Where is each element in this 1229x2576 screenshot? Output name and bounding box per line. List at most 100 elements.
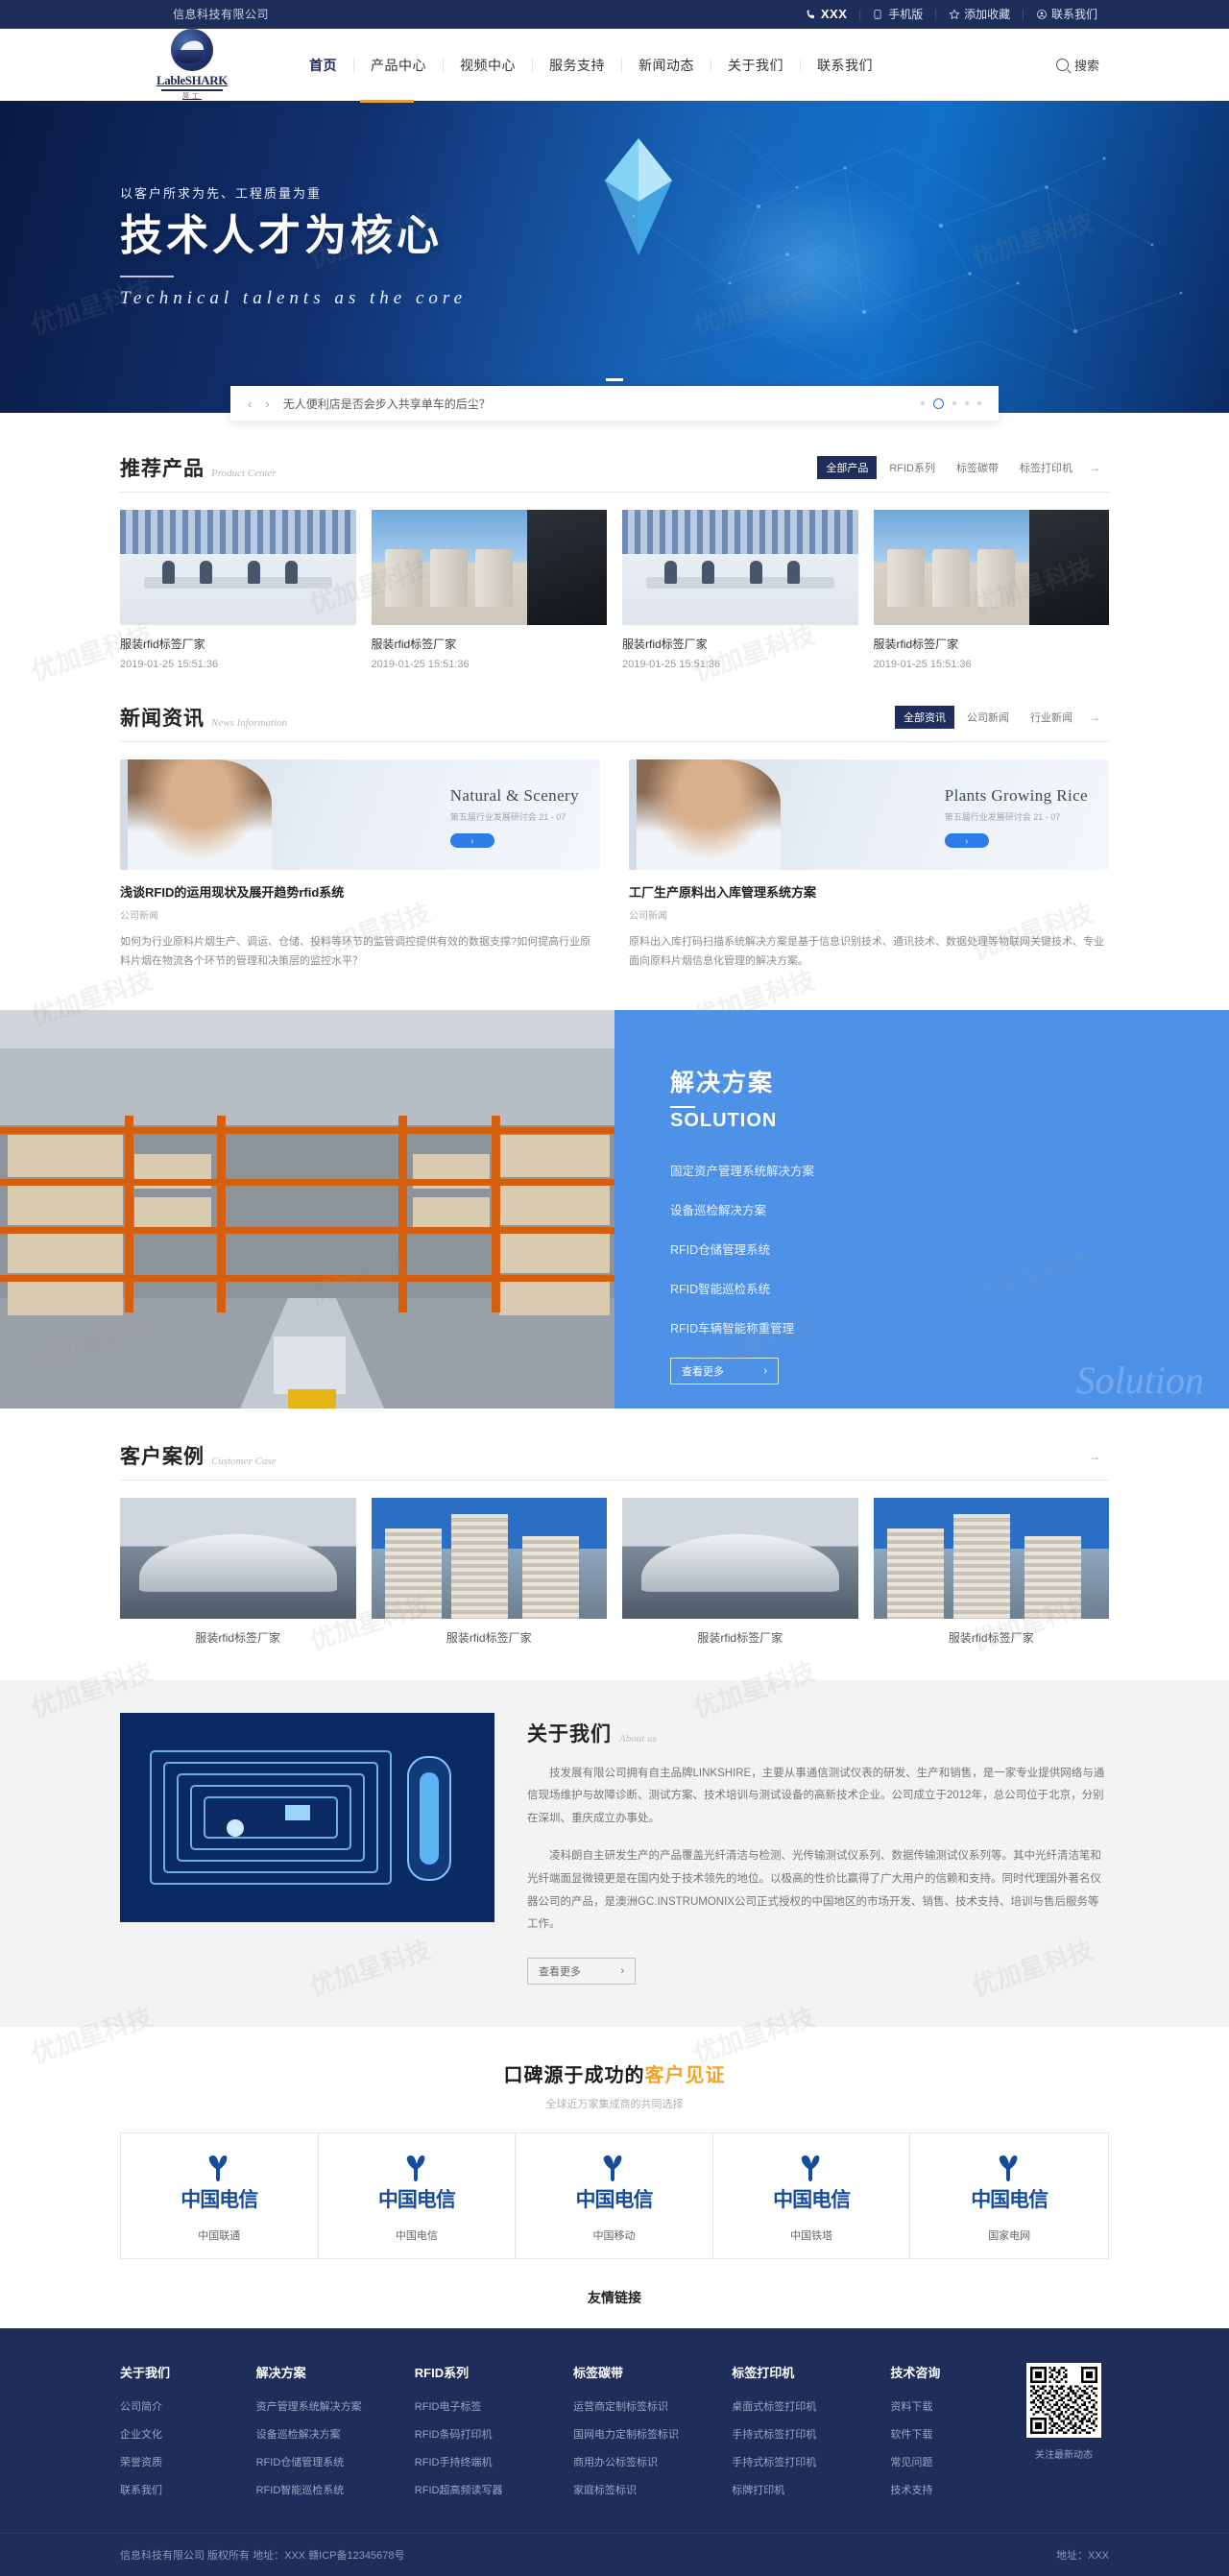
nav-item-support[interactable]: 服务支持 xyxy=(533,58,622,72)
news-more-link[interactable]: → xyxy=(1085,707,1109,728)
site-logo[interactable]: LableSHARK 简工 xyxy=(130,29,254,101)
products-tab-all[interactable]: 全部产品 xyxy=(817,456,878,479)
footer-column-title: 关于我们 xyxy=(120,2365,171,2380)
footer-link[interactable]: 荣誉资质 xyxy=(120,2454,256,2469)
footer-link[interactable]: RFID超高频读写器 xyxy=(415,2482,573,2497)
case-card[interactable]: 服装rfid标签厂家 xyxy=(873,1497,1109,1646)
news-banner-button[interactable]: › xyxy=(944,833,989,848)
solution-item-rfid-inspection[interactable]: RFID智能巡检系统 xyxy=(670,1279,1229,1297)
brand-card[interactable]: 中国电信 中国移动 xyxy=(516,2132,713,2258)
top-link-contact[interactable]: 联系我们 xyxy=(1024,6,1109,22)
footer-link[interactable]: 联系我们 xyxy=(120,2482,256,2497)
products-tab-ribbon[interactable]: 标签碳带 xyxy=(948,456,1007,479)
news-card[interactable]: Plants Growing Rice 第五届行业发展研讨会 21 - 07 ›… xyxy=(629,759,1109,972)
brand-caption: 国家电网 xyxy=(988,2229,1031,2242)
about-more-label: 查看更多 xyxy=(539,1965,581,1978)
footer-link[interactable]: 家庭标签标识 xyxy=(573,2482,732,2497)
brand-card[interactable]: 中国电信 中国铁塔 xyxy=(712,2132,911,2258)
footer-link[interactable]: 技术支持 xyxy=(890,2482,1026,2497)
solution-section: 解决方案 SOLUTION 固定资产管理系统解决方案 设备巡检解决方案 RFID… xyxy=(0,1009,1229,1408)
product-card[interactable]: 服装rfid标签厂家 2019-01-25 15:51:36 xyxy=(873,510,1109,670)
footer-link[interactable]: 运营商定制标签标识 xyxy=(573,2398,732,2414)
solution-item-equipment-inspection[interactable]: 设备巡检解决方案 xyxy=(670,1200,1229,1218)
nav-item-products[interactable]: 产品中心 xyxy=(354,58,444,72)
product-card[interactable]: 服装rfid标签厂家 2019-01-25 15:51:36 xyxy=(622,510,858,670)
case-name: 服装rfid标签厂家 xyxy=(195,1630,281,1645)
brand-card[interactable]: 中国电信 国家电网 xyxy=(910,2132,1108,2258)
news-tab-company[interactable]: 公司新闻 xyxy=(958,706,1018,729)
footer-link[interactable]: RFID电子标签 xyxy=(415,2398,573,2414)
solution-item-asset-management[interactable]: 固定资产管理系统解决方案 xyxy=(670,1161,1229,1179)
testimonial-heading: 口碑源于成功的客户见证 xyxy=(120,2059,1109,2087)
top-link-favorite[interactable]: 添加收藏 xyxy=(937,6,1022,22)
footer-link[interactable]: RFID智能巡检系统 xyxy=(256,2482,415,2497)
footer-link[interactable]: 桌面式标签打印机 xyxy=(732,2398,890,2414)
cases-more-link[interactable]: → xyxy=(1085,1446,1109,1467)
notice-text[interactable]: 无人便利店是否会步入共享单车的后尘？ xyxy=(283,396,491,412)
footer-link[interactable]: 企业文化 xyxy=(120,2426,256,2442)
footer-link[interactable]: 资产管理系统解决方案 xyxy=(256,2398,415,2414)
top-link-mobile[interactable]: 手机版 xyxy=(861,6,934,22)
footer-link[interactable]: 国网电力定制标签标识 xyxy=(573,2426,732,2442)
notice-dot-4[interactable] xyxy=(965,401,969,405)
news-description: 如何为行业原料片烟生产、调运、仓储、投料等环节的监管调控提供有效的数据支撑?如何… xyxy=(120,936,591,968)
footer-link[interactable]: RFID仓储管理系统 xyxy=(256,2454,415,2469)
footer-link[interactable]: 常见问题 xyxy=(890,2454,1026,2469)
brand-caption: 中国联通 xyxy=(198,2229,241,2242)
chevron-right-icon[interactable]: › xyxy=(265,397,269,411)
product-card[interactable]: 服装rfid标签厂家 2019-01-25 15:51:36 xyxy=(371,510,607,670)
product-card[interactable]: 服装rfid标签厂家 2019-01-25 15:51:36 xyxy=(120,510,356,670)
case-card[interactable]: 服装rfid标签厂家 xyxy=(120,1497,356,1646)
footer-link[interactable]: 手持式标签打印机 xyxy=(732,2454,890,2469)
case-card[interactable]: 服装rfid标签厂家 xyxy=(622,1497,858,1646)
about-title: 关于我们 xyxy=(527,1722,612,1745)
top-bar-links: XXX | 手机版 | 添加收藏 | 联系我们 xyxy=(794,6,1109,22)
product-name: 服装rfid标签厂家 xyxy=(873,638,959,651)
solution-title: 解决方案 xyxy=(670,1069,775,1096)
news-banner-button[interactable]: › xyxy=(449,833,494,848)
footer-link[interactable]: 设备巡检解决方案 xyxy=(256,2426,415,2442)
notice-dot-1[interactable] xyxy=(921,401,925,405)
nav-item-contact[interactable]: 联系我们 xyxy=(801,59,889,72)
notice-dot-3[interactable] xyxy=(952,401,956,405)
brand-card[interactable]: 中国电信 中国联通 xyxy=(121,2132,319,2258)
news-tab-industry[interactable]: 行业新闻 xyxy=(1022,706,1081,729)
news-title-text[interactable]: 浅谈RFID的运用现状及展开趋势rfid系统 xyxy=(120,882,600,901)
news-tab-all[interactable]: 全部资讯 xyxy=(895,706,954,729)
notice-dot-2[interactable] xyxy=(933,397,944,409)
news-card[interactable]: Natural & Scenery 第五届行业发展研讨会 21 - 07 › 浅… xyxy=(120,759,600,972)
brand-logo: 中国电信 xyxy=(713,2153,910,2214)
about-more-button[interactable]: 查看更多 › xyxy=(527,1957,636,1985)
hero-pagination[interactable] xyxy=(0,378,1229,381)
products-tab-rfid[interactable]: RFID系列 xyxy=(880,456,944,479)
solution-item-rfid-vehicle-weighing[interactable]: RFID车辆智能称重管理 xyxy=(670,1318,1229,1336)
star-icon xyxy=(949,8,960,20)
hero-dot-1[interactable] xyxy=(606,378,623,381)
case-name: 服装rfid标签厂家 xyxy=(446,1630,532,1645)
case-card[interactable]: 服装rfid标签厂家 xyxy=(371,1497,607,1646)
search-button[interactable]: 搜索 xyxy=(1055,56,1099,74)
footer-link[interactable]: 软件下载 xyxy=(890,2426,1026,2442)
nav-item-about[interactable]: 关于我们 xyxy=(711,58,801,72)
footer-link[interactable]: 标牌打印机 xyxy=(732,2482,890,2497)
footer-link[interactable]: 手持式标签打印机 xyxy=(732,2426,890,2442)
footer-column-title: 标签碳带 xyxy=(573,2365,624,2380)
nav-item-video[interactable]: 视频中心 xyxy=(444,58,533,72)
products-more-link[interactable]: → xyxy=(1085,457,1109,478)
brand-card[interactable]: 中国电信 中国电信 xyxy=(318,2132,517,2258)
nav-item-home[interactable]: 首页 xyxy=(293,58,354,72)
footer-link[interactable]: 资料下载 xyxy=(890,2398,1026,2414)
footer-link[interactable]: 商用办公标签标识 xyxy=(573,2454,732,2469)
footer-link[interactable]: RFID手持终端机 xyxy=(415,2454,573,2469)
notice-dot-5[interactable] xyxy=(977,401,981,405)
footer-link[interactable]: RFID条码打印机 xyxy=(415,2426,573,2442)
footer-link[interactable]: 公司简介 xyxy=(120,2398,256,2414)
about-section: 关于我们 About us 技发展有限公司拥有自主品牌LINKSHIRE，主要从… xyxy=(0,1679,1229,2027)
solution-more-button[interactable]: 查看更多 › xyxy=(670,1357,779,1384)
chevron-left-icon[interactable]: ‹ xyxy=(248,397,252,411)
products-tab-printer[interactable]: 标签打印机 xyxy=(1011,456,1081,479)
notice-pagination[interactable] xyxy=(921,397,981,409)
solution-item-rfid-warehouse[interactable]: RFID仓储管理系统 xyxy=(670,1240,1229,1258)
nav-item-news[interactable]: 新闻动态 xyxy=(622,58,711,72)
news-title-text[interactable]: 工厂生产原料出入库管理系统方案 xyxy=(629,882,1109,901)
